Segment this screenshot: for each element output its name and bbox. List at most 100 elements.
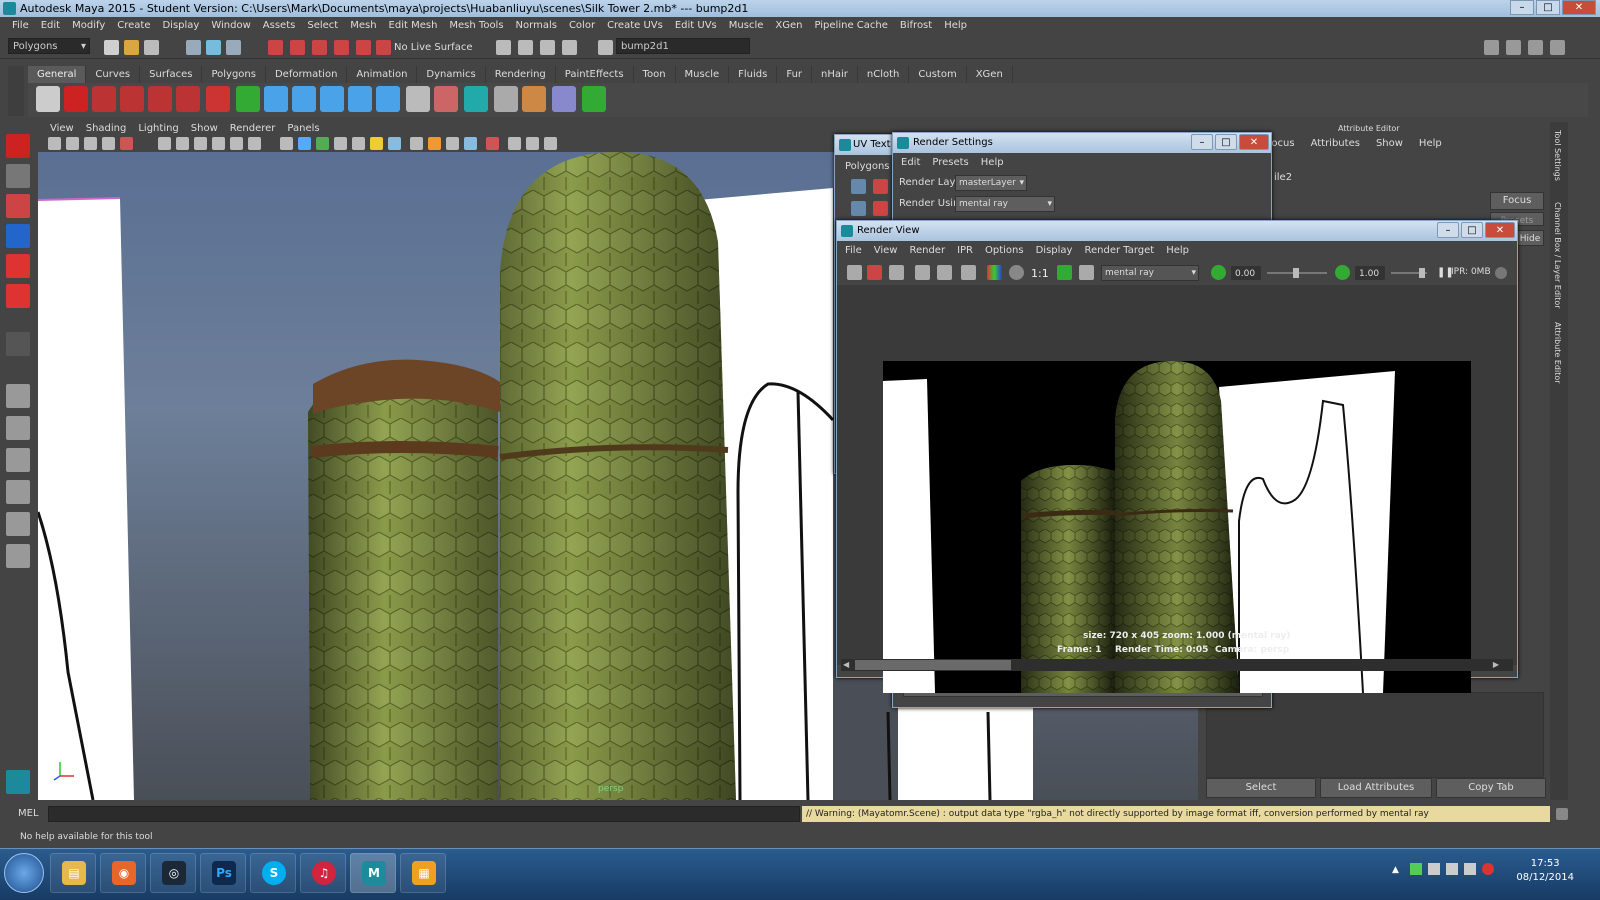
shelf-tab-custom[interactable]: Custom (909, 66, 967, 83)
shelf-tab-deformation[interactable]: Deformation (266, 66, 348, 83)
menu-xgen[interactable]: XGen (769, 17, 808, 35)
uv-flip-icon[interactable] (873, 179, 888, 194)
gamma-field[interactable]: 1.00 (1355, 266, 1385, 280)
viewport-menu-show[interactable]: Show (185, 122, 224, 136)
magnet-tool-icon[interactable] (206, 86, 230, 112)
field-chart-icon[interactable] (230, 137, 243, 150)
menu-display[interactable]: Display (156, 17, 205, 35)
menu-assets[interactable]: Assets (257, 17, 302, 35)
snap-curve-icon[interactable] (290, 40, 305, 55)
command-input[interactable] (48, 806, 800, 822)
single-pane-layout-icon[interactable] (6, 384, 30, 408)
persp-graph-layout-icon[interactable] (6, 480, 30, 504)
rs-minimize-button[interactable]: – (1191, 134, 1213, 150)
menu-window[interactable]: Window (205, 17, 256, 35)
shelf-tab-toon[interactable]: Toon (634, 66, 676, 83)
render-settings-icon[interactable] (540, 40, 555, 55)
menu-create-uvs[interactable]: Create UVs (601, 17, 669, 35)
snap-plane-icon[interactable] (334, 40, 349, 55)
save-scene-icon[interactable] (144, 40, 159, 55)
tray-security-icon[interactable] (1482, 863, 1494, 875)
tray-flag-icon[interactable] (1428, 863, 1440, 875)
new-scene-icon[interactable] (104, 40, 119, 55)
shelf-tab-polygons[interactable]: Polygons (202, 66, 266, 83)
poly-cylinder-icon[interactable] (148, 86, 172, 112)
uv-rotate-icon[interactable] (873, 201, 888, 216)
rv-menu-view[interactable]: View (868, 242, 904, 260)
ae-copy-tab-button[interactable]: Copy Tab (1436, 778, 1546, 798)
move-tool-icon[interactable] (6, 224, 30, 248)
render-frame-icon[interactable] (496, 40, 511, 55)
tool-settings-tab[interactable]: Tool Settings (1553, 130, 1562, 181)
scroll-right-icon[interactable]: ▶ (1493, 660, 1499, 669)
shelf-tab-general[interactable]: General (28, 66, 87, 83)
menu-edit-uvs[interactable]: Edit UVs (669, 17, 723, 35)
film-gate-icon[interactable] (176, 137, 189, 150)
shelf-tab-painteffects[interactable]: PaintEffects (556, 66, 634, 83)
hud-icon[interactable] (544, 137, 557, 150)
joint-tool-icon[interactable] (292, 86, 316, 112)
shelf-tab-animation[interactable]: Animation (347, 66, 418, 83)
arrow-tool-icon[interactable] (236, 86, 260, 112)
render-ipr-icon[interactable] (518, 40, 533, 55)
layout-icon[interactable] (1484, 40, 1499, 55)
particle-icon[interactable] (434, 86, 458, 112)
menu-mesh-tools[interactable]: Mesh Tools (443, 17, 509, 35)
bookmarks-icon[interactable] (84, 137, 97, 150)
paint-effects-icon[interactable] (522, 86, 546, 112)
smooth-shade-icon[interactable] (298, 137, 311, 150)
viewport-menu-view[interactable]: View (44, 122, 80, 136)
menu-edit-mesh[interactable]: Edit Mesh (383, 17, 444, 35)
gamma-slider-handle[interactable] (1419, 268, 1425, 278)
maximize-button[interactable]: □ (1536, 0, 1560, 15)
sphere-icon[interactable] (264, 86, 288, 112)
tray-network-icon[interactable] (1410, 863, 1422, 875)
poly-cube-icon[interactable] (92, 86, 116, 112)
use-all-lights-icon[interactable] (370, 137, 383, 150)
menu-pipeline-cache[interactable]: Pipeline Cache (808, 17, 893, 35)
channel-box-tab[interactable]: Channel Box / Layer Editor (1553, 202, 1562, 309)
select-camera-icon[interactable] (48, 137, 61, 150)
exposure-field[interactable]: 0.00 (1231, 266, 1261, 280)
shelf-tab-ncloth[interactable]: nCloth (858, 66, 910, 83)
snapshot-icon[interactable] (889, 265, 904, 280)
bind-skin-icon[interactable] (348, 86, 372, 112)
image-plane-icon[interactable] (102, 137, 115, 150)
render-view-canvas[interactable]: size: 720 x 405 zoom: 1.000 (mental ray)… (837, 285, 1517, 693)
persp-outliner-layout-icon[interactable] (6, 512, 30, 536)
windows-start-button[interactable] (4, 853, 44, 893)
resolution-gate-icon[interactable] (194, 137, 207, 150)
menu-muscle[interactable]: Muscle (723, 17, 770, 35)
shelf-tab-rendering[interactable]: Rendering (486, 66, 556, 83)
ae-load-attributes-button[interactable]: Load Attributes (1320, 778, 1432, 798)
script-editor-icon[interactable] (1556, 808, 1568, 820)
locator-icon[interactable] (582, 86, 606, 112)
rv-menu-render[interactable]: Render (903, 242, 951, 260)
viewport-menu-lighting[interactable]: Lighting (132, 122, 184, 136)
shelf-menu-icon[interactable] (8, 66, 24, 116)
shelf-tab-surfaces[interactable]: Surfaces (140, 66, 203, 83)
render-layer-dropdown[interactable]: masterLayer ▾ (955, 175, 1027, 191)
paint-select-tool-icon[interactable] (6, 194, 30, 218)
name-field[interactable]: bump2d1 (616, 38, 750, 54)
ae-hide-button[interactable]: Hide (1516, 230, 1544, 246)
select-hierarchy-icon[interactable] (186, 40, 201, 55)
tray-clock[interactable]: 17:53 08/12/2014 (1516, 857, 1574, 885)
grid-icon[interactable] (158, 137, 171, 150)
toggle-tool-settings-icon[interactable] (1550, 40, 1565, 55)
rv-menu-file[interactable]: File (839, 242, 868, 260)
camera-attributes-icon[interactable] (66, 137, 79, 150)
ipr-render-icon[interactable] (915, 265, 930, 280)
shadows-icon[interactable] (388, 137, 401, 150)
last-tool-icon[interactable] (6, 332, 30, 356)
keep-image-icon[interactable] (1057, 265, 1072, 280)
lattice-icon[interactable] (552, 86, 576, 112)
viewport-menu-shading[interactable]: Shading (80, 122, 133, 136)
close-button[interactable]: ✕ (1562, 0, 1596, 15)
input-field-mode-icon[interactable] (598, 40, 613, 55)
taskbar-app-itunes[interactable]: ♫ (300, 853, 346, 893)
side-by-side-layout-icon[interactable] (6, 448, 30, 472)
minimize-button[interactable]: – (1510, 0, 1534, 15)
rotate-tool-icon[interactable] (6, 254, 30, 278)
menu-color[interactable]: Color (563, 17, 601, 35)
